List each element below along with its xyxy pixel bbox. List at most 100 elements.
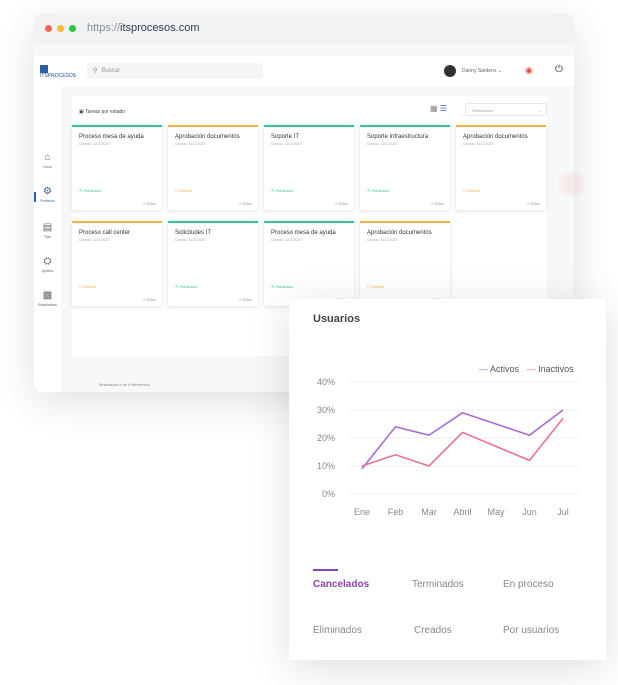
process-card[interactable]: Proceso mesa de ayuda Creado: 11/11/2020 ✎… (72, 125, 162, 210)
process-card[interactable]: Soporte IT Creado: 11/11/2020 ✎ Publicado ✏… (264, 125, 354, 210)
card-edit-link[interactable]: ✏ Editar (335, 202, 348, 206)
card-title: Proceso call center (79, 230, 131, 236)
card-title: Proceso mesa de ayuda (271, 230, 336, 236)
grid-view-icon[interactable]: ▦ (430, 104, 438, 113)
status-icon: ☐ (79, 284, 83, 289)
series-line-activos[interactable] (361, 409, 564, 470)
app-header: ITSPROCESOS ⚲ Buscar Danny Sardens ⌄ ◉ ⏻ (34, 56, 574, 86)
sidebar-item-procesos[interactable]: ⚙ Procesos (34, 186, 61, 203)
card-edit-link[interactable]: ✏ Editar (431, 202, 444, 206)
search-icon: ⚲ (93, 68, 98, 74)
address-bar[interactable]: https://itsprocesos.com (87, 22, 200, 34)
x-tick-label: Ene (354, 507, 370, 517)
process-card[interactable]: Solicitudes IT Creado: 11/11/2020 ✎ Public… (168, 221, 258, 306)
status-label: Diseño (83, 284, 97, 289)
pencil-icon: ✏ (526, 202, 530, 206)
pencil-icon: ✏ (238, 202, 242, 206)
users-panel: Usuarios — Activos — Inactivos 0% 10% 20% 3… (289, 299, 606, 660)
active-tab-underline (313, 569, 338, 571)
status-label: Diseño (467, 188, 481, 193)
card-edit-link[interactable]: ✏ Editar (143, 298, 156, 302)
card-title: Aprobación documentos (463, 134, 528, 140)
close-window-dot[interactable] (45, 25, 52, 32)
chevron-down-icon: ⌄ (537, 108, 541, 113)
card-date: Creado: 11/11/2020 (175, 142, 206, 146)
y-tick-label: 0% (322, 489, 335, 499)
user-menu[interactable]: Danny Sardens ⌄ (462, 68, 502, 74)
edit-label: Editar (338, 202, 348, 206)
url-host: itsprocesos.com (120, 22, 200, 34)
process-card[interactable]: Aprobación documentos Creado: 11/11/2020 ☐… (168, 125, 258, 210)
chevron-down-icon: ⌄ (497, 68, 503, 74)
list-view-icon[interactable]: ☰ (440, 104, 447, 113)
y-tick-label: 30% (317, 405, 335, 415)
browser-chrome: https://itsprocesos.com (34, 14, 574, 44)
card-status: ✎ Publicado (79, 188, 101, 193)
y-tick-label: 40% (317, 377, 335, 387)
card-edit-link[interactable]: ✏ Editar (239, 202, 252, 206)
sidebar-item-estadisticas[interactable]: ▩ Estadísticas (34, 290, 61, 307)
tab-eliminados[interactable]: Eliminados (313, 625, 362, 636)
sidebar-item-label: Fijar (44, 235, 51, 239)
card-date: Creado: 11/11/2020 (271, 238, 302, 242)
card-edit-link[interactable]: ✏ Editar (143, 202, 156, 206)
app-logo[interactable]: ITSPROCESOS (40, 65, 82, 79)
process-icon: ⚙ (43, 186, 52, 197)
minimize-window-dot[interactable] (57, 25, 64, 32)
maximize-window-dot[interactable] (69, 25, 76, 32)
power-icon[interactable]: ⏻ (555, 64, 563, 75)
pencil-icon: ✏ (238, 298, 242, 302)
card-status: ✎ Publicado (271, 284, 293, 289)
status-icon: ✎ (271, 188, 275, 193)
process-card[interactable]: Aprobación documentos Creado: 11/11/2020 ☐… (360, 221, 450, 306)
logo-text: ITSPROCESOS (40, 73, 77, 79)
pencil-icon: ✏ (430, 202, 434, 206)
pencil-icon: ✏ (142, 202, 146, 206)
status-icon: ☐ (175, 188, 179, 193)
url-prefix: https:// (87, 22, 121, 34)
card-date: Creado: 11/11/2020 (79, 238, 110, 242)
tab-en-proceso[interactable]: En proceso (503, 579, 554, 590)
status-icon: ✎ (271, 284, 275, 289)
filter-select[interactable]: Seleccionar ⌄ (465, 103, 547, 116)
search-input[interactable]: ⚲ Buscar (87, 63, 263, 79)
card-status: ✎ Publicado (271, 188, 293, 193)
process-card[interactable]: Aprobación documentos Creado: 11/11/2020 ☐… (456, 125, 546, 210)
sidebar-item-ajustes[interactable]: ⛭ Ajustes (34, 256, 61, 273)
notification-bell-icon[interactable]: ◉ (525, 65, 533, 76)
edit-label: Editar (242, 202, 252, 206)
y-tick-label: 20% (317, 433, 335, 443)
process-card[interactable]: Proceso mesa de ayuda Creado: 11/11/2020 ✎… (264, 221, 354, 306)
user-name: Danny Sardens (462, 68, 497, 74)
edit-label: Editar (146, 298, 156, 302)
sidebar-item-fijar[interactable]: ▤ Fijar (34, 222, 61, 239)
view-toggle: ▦ ☰ (430, 104, 447, 113)
card-edit-link[interactable]: ✏ Editar (527, 202, 540, 206)
process-card[interactable]: Soporte infraestructura Creado: 11/11/202… (360, 125, 450, 210)
edit-label: Editar (434, 202, 444, 206)
pagination-summary: Mostrando 9 de 9 elementos (99, 382, 150, 387)
tab-por-usuarios[interactable]: Por usuarios (503, 625, 559, 636)
card-status: ☐ Diseño (367, 284, 384, 289)
edit-label: Editar (530, 202, 540, 206)
board-icon: ▣ (79, 109, 84, 115)
tab-terminados[interactable]: Terminados (412, 579, 464, 590)
sidebar-item-label: Inicio (43, 165, 52, 169)
avatar[interactable] (444, 65, 456, 77)
card-status: ✎ Publicado (367, 188, 389, 193)
users-line-chart: 0% 10% 20% 30% 40% Ene Feb Mar Abril May Jun Jul (317, 377, 579, 517)
sidebar-item-inicio[interactable]: ⌂ Inicio (34, 152, 61, 169)
status-icon: ☐ (367, 284, 371, 289)
sidebar-item-label: Procesos (40, 199, 55, 203)
x-tick-label: Jul (557, 507, 569, 517)
card-title: Proceso mesa de ayuda (79, 134, 144, 140)
status-label: Publicado (275, 188, 294, 193)
card-edit-link[interactable]: ✏ Editar (239, 298, 252, 302)
card-status: ✎ Publicado (175, 284, 197, 289)
tab-creados[interactable]: Creados (414, 625, 452, 636)
tab-cancelados[interactable]: Cancelados (313, 579, 369, 590)
series-line-inactivos[interactable] (361, 417, 564, 467)
x-tick-label: Abril (453, 507, 471, 517)
card-date: Creado: 11/11/2020 (367, 238, 398, 242)
process-card[interactable]: Proceso call center Creado: 11/11/2020 ☐ D… (72, 221, 162, 306)
